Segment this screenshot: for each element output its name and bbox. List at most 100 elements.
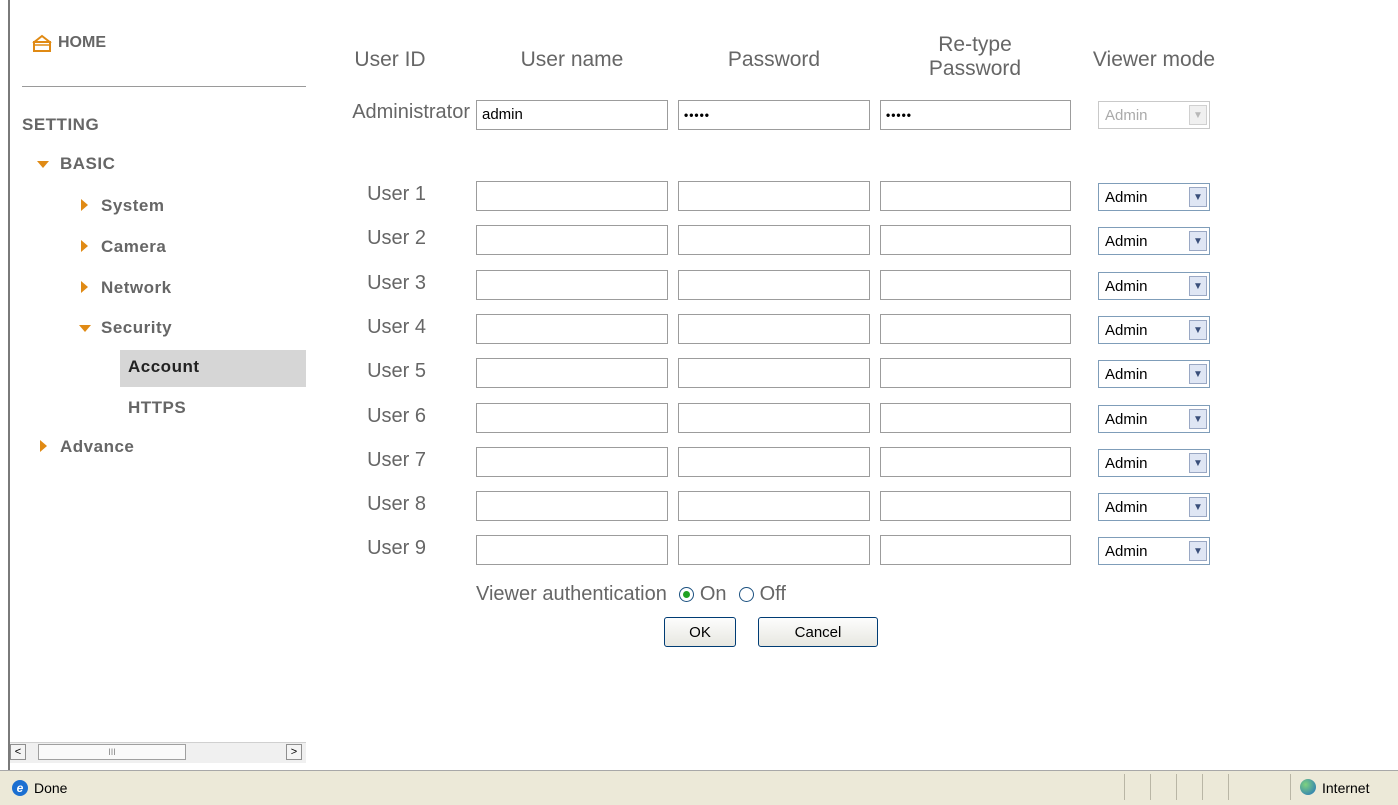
viewer-mode-value: Admin [1105,322,1148,339]
user-1-password-input[interactable] [678,181,870,211]
admin-password-input[interactable]: ••••• [678,100,870,130]
scroll-left-button[interactable]: < [10,744,26,760]
viewer-mode-value: Admin [1105,233,1148,250]
user-3-username-input[interactable] [476,270,668,300]
user-3-retype-password-input[interactable] [880,270,1071,300]
header-retype-password: Re-type Password [928,33,1022,80]
user-4-password-input[interactable] [678,314,870,344]
home-link[interactable]: HOME [32,34,106,52]
header-user-id: User ID [354,48,426,71]
user-9-username-input[interactable] [476,535,668,565]
sidebar-item-camera[interactable]: Camera [101,237,166,257]
user-8-viewer-mode-select[interactable]: Admin ▼ [1098,493,1210,521]
user-1-retype-password-input[interactable] [880,181,1071,211]
user-label: User 2 [367,227,426,249]
user-2-viewer-mode-select[interactable]: Admin ▼ [1098,227,1210,255]
status-bar: e Done Internet [0,770,1398,805]
chevron-down-icon[interactable]: ▼ [1189,364,1207,384]
viewer-auth-on-radio[interactable] [678,587,694,602]
admin-username-input[interactable]: admin [476,100,668,130]
user-2-retype-password-input[interactable] [880,225,1071,255]
ie-icon: e [12,780,28,796]
sidebar-item-advance[interactable]: Advance [60,437,134,457]
triangle-right-icon [81,281,88,293]
chevron-down-icon: ▼ [1189,105,1207,125]
user-4-viewer-mode-select[interactable]: Admin ▼ [1098,316,1210,344]
viewer-auth-off-radio[interactable] [738,587,754,602]
cancel-button[interactable]: Cancel [758,617,878,647]
user-7-username-input[interactable] [476,447,668,477]
user-3-viewer-mode-select[interactable]: Admin ▼ [1098,272,1210,300]
user-9-retype-password-input[interactable] [880,535,1071,565]
user-label: User 9 [367,537,426,559]
user-2-username-input[interactable] [476,225,668,255]
user-label: User 6 [367,405,426,427]
sidebar-item-account[interactable]: Account [128,357,200,377]
chevron-down-icon[interactable]: ▼ [1189,231,1207,251]
admin-retype-password-input[interactable]: ••••• [880,100,1071,130]
scroll-thumb[interactable]: III [38,744,186,760]
chevron-down-icon[interactable]: ▼ [1189,276,1207,296]
user-6-viewer-mode-select[interactable]: Admin ▼ [1098,405,1210,433]
user-8-retype-password-input[interactable] [880,491,1071,521]
user-7-viewer-mode-select[interactable]: Admin ▼ [1098,449,1210,477]
user-7-password-input[interactable] [678,447,870,477]
triangle-down-icon [37,161,49,168]
user-6-retype-password-input[interactable] [880,403,1071,433]
sidebar-item-security[interactable]: Security [101,318,172,338]
triangle-right-icon [40,440,47,452]
user-5-retype-password-input[interactable] [880,358,1071,388]
chevron-down-icon[interactable]: ▼ [1189,409,1207,429]
sidebar-item-https[interactable]: HTTPS [128,398,186,418]
ok-button[interactable]: OK [664,617,736,647]
chevron-down-icon[interactable]: ▼ [1189,497,1207,517]
triangle-down-icon [79,325,91,332]
chevron-down-icon[interactable]: ▼ [1189,453,1207,473]
header-user-name: User name [520,48,624,71]
user-5-password-input[interactable] [678,358,870,388]
sidebar-setting-heading: SETTING [22,115,100,134]
viewer-mode-value: Admin [1105,366,1148,383]
chevron-down-icon[interactable]: ▼ [1189,320,1207,340]
user-1-username-input[interactable] [476,181,668,211]
horizontal-scrollbar[interactable]: < III > [10,742,306,763]
user-label: User 5 [367,360,426,382]
user-9-viewer-mode-select[interactable]: Admin ▼ [1098,537,1210,565]
user-5-username-input[interactable] [476,358,668,388]
viewer-mode-value: Admin [1105,543,1148,560]
user-2-password-input[interactable] [678,225,870,255]
user-6-username-input[interactable] [476,403,668,433]
chevron-down-icon[interactable]: ▼ [1189,187,1207,207]
globe-icon [1300,779,1316,795]
user-label: User 7 [367,449,426,471]
sidebar-item-basic[interactable]: BASIC [60,154,115,174]
home-icon [32,34,52,52]
user-3-password-input[interactable] [678,270,870,300]
sidebar-item-system[interactable]: System [101,196,164,216]
sidebar-divider [22,86,306,87]
user-label: User 3 [367,272,426,294]
user-8-password-input[interactable] [678,491,870,521]
security-zone-label: Internet [1322,780,1370,796]
triangle-right-icon [81,199,88,211]
sidebar-item-network[interactable]: Network [101,278,172,298]
home-label: HOME [58,34,106,51]
viewer-mode-value: Admin [1105,411,1148,428]
user-5-viewer-mode-select[interactable]: Admin ▼ [1098,360,1210,388]
scroll-right-button[interactable]: > [286,744,302,760]
user-4-username-input[interactable] [476,314,668,344]
viewer-auth-off-label[interactable]: Off [760,583,786,606]
status-divider [1202,774,1203,800]
viewer-mode-value: Admin [1105,499,1148,516]
viewer-authentication: Viewer authentication On Off [476,583,786,606]
user-8-username-input[interactable] [476,491,668,521]
user-1-viewer-mode-select[interactable]: Admin ▼ [1098,183,1210,211]
admin-viewer-mode-value: Admin [1105,107,1148,124]
user-7-retype-password-input[interactable] [880,447,1071,477]
chevron-down-icon[interactable]: ▼ [1189,541,1207,561]
user-4-retype-password-input[interactable] [880,314,1071,344]
user-9-password-input[interactable] [678,535,870,565]
user-6-password-input[interactable] [678,403,870,433]
viewer-auth-on-label[interactable]: On [700,583,727,606]
viewer-mode-value: Admin [1105,278,1148,295]
